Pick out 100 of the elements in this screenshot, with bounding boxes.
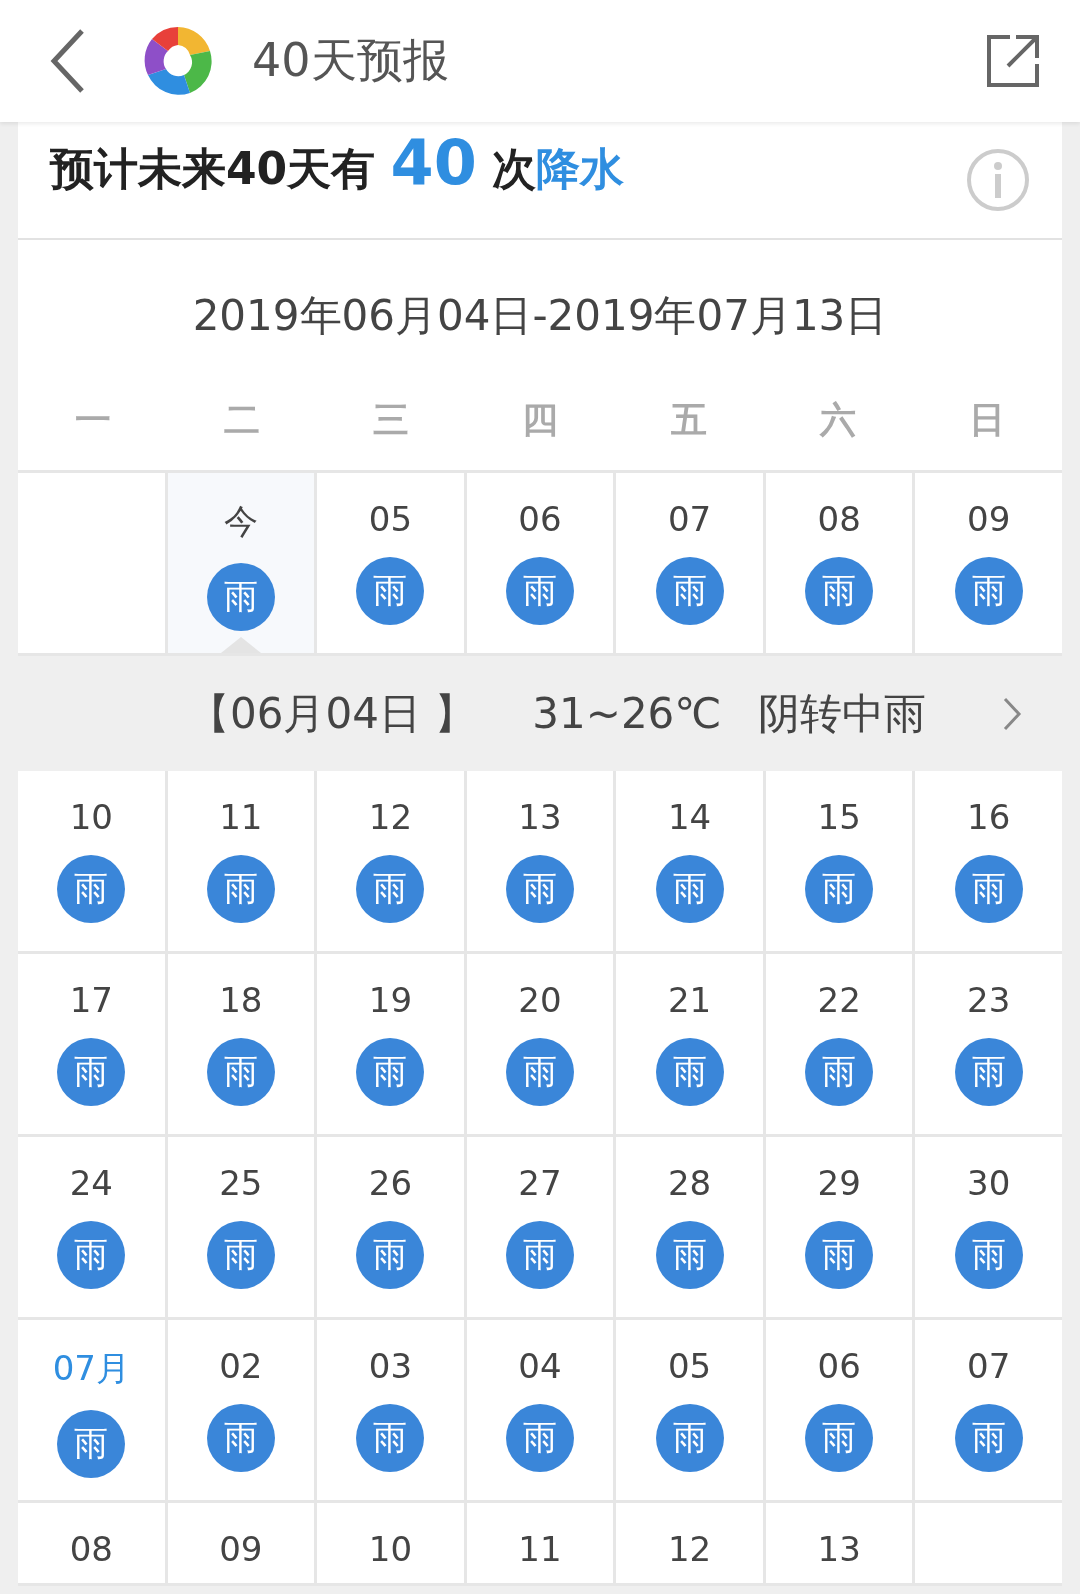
weather-badge: 雨: [506, 1221, 574, 1289]
weather-badge: 雨: [356, 557, 425, 625]
day-cell[interactable]: 20 雨: [466, 954, 614, 1134]
weather-badge: 雨: [206, 855, 275, 923]
day-cell[interactable]: 30 雨: [915, 1137, 1062, 1317]
weather-badge: 雨: [506, 1404, 574, 1472]
day-cell[interactable]: 03 雨: [317, 1320, 464, 1500]
weekday-label: 六: [818, 397, 858, 442]
day-cell[interactable]: 25 雨: [167, 1137, 315, 1317]
weather-description: 阴转中雨: [757, 687, 927, 740]
day-cell[interactable]: 06 雨: [466, 473, 614, 653]
day-label: 22: [817, 980, 861, 1020]
day-label: 02: [219, 1346, 263, 1386]
weather-badge: 雨: [805, 1038, 874, 1106]
day-cell[interactable]: 12 雨: [317, 771, 464, 951]
day-label: 07: [667, 499, 712, 539]
day-label: 09: [219, 1529, 263, 1569]
day-label: 19: [368, 980, 413, 1020]
detail-date: 【06月04日 】: [188, 687, 477, 740]
day-cell[interactable]: 29 雨: [765, 1137, 913, 1317]
weather-badge: 雨: [954, 855, 1023, 923]
day-label: 06: [817, 1346, 861, 1386]
day-cell[interactable]: 05 雨: [616, 1320, 763, 1500]
weather-badge: 雨: [57, 1221, 126, 1289]
day-cell[interactable]: 08 雨: [765, 473, 913, 653]
day-cell[interactable]: 26 雨: [317, 1137, 464, 1317]
day-label: 17: [69, 980, 113, 1020]
day-cell[interactable]: 24 雨: [18, 1137, 165, 1317]
weather-badge: 雨: [805, 855, 874, 923]
day-cell[interactable]: 06 雨: [765, 1320, 913, 1500]
day-cell[interactable]: 12: [616, 1503, 763, 1583]
summary-text: 预计未来40天有 40 次降水: [50, 125, 626, 199]
weather-badge: 雨: [356, 1038, 425, 1106]
day-cell[interactable]: 05 雨: [317, 473, 464, 653]
day-label: 09: [967, 499, 1011, 539]
day-cell[interactable]: 19 雨: [317, 954, 464, 1134]
weather-badge: 雨: [805, 1221, 874, 1289]
day-cell[interactable]: 09 雨: [915, 473, 1062, 653]
weekday-label: 二: [222, 397, 261, 442]
weather-badge: 雨: [206, 1038, 275, 1106]
month-label: 07月: [52, 1347, 130, 1390]
day-label: 18: [219, 980, 263, 1020]
day-label: 16: [967, 797, 1011, 837]
day-cell[interactable]: 15 雨: [765, 771, 913, 951]
day-label: 11: [219, 797, 263, 837]
weather-badge: 雨: [954, 1221, 1023, 1289]
day-cell[interactable]: 13: [765, 1503, 913, 1583]
weather-badge: 雨: [954, 557, 1023, 625]
day-cell[interactable]: 10: [317, 1503, 464, 1583]
day-cell[interactable]: 11 雨: [167, 771, 315, 951]
day-label: 26: [368, 1163, 413, 1203]
day-cell[interactable]: 27 雨: [466, 1137, 614, 1317]
day-label: 21: [667, 980, 712, 1020]
day-cell[interactable]: 22 雨: [765, 954, 913, 1134]
day-cell[interactable]: 07 雨: [616, 473, 763, 653]
day-label: 12: [368, 797, 413, 837]
day-cell[interactable]: 17 雨: [18, 954, 165, 1134]
weather-badge: 雨: [506, 1038, 574, 1106]
weather-badge: 雨: [57, 1038, 126, 1106]
day-label: 30: [967, 1163, 1011, 1203]
day-cell[interactable]: 07月 雨: [18, 1320, 165, 1500]
weather-badge: 雨: [954, 1404, 1023, 1472]
weather-badge: 雨: [356, 1221, 425, 1289]
day-cell[interactable]: 16 雨: [915, 771, 1062, 951]
day-cell[interactable]: 10 雨: [18, 771, 165, 951]
temperature-range: 31~26℃: [532, 689, 722, 738]
day-cell[interactable]: 今 雨: [167, 473, 315, 653]
day-label: 23: [967, 980, 1011, 1020]
day-cell[interactable]: 04 雨: [466, 1320, 614, 1500]
day-cell[interactable]: 02 雨: [167, 1320, 315, 1500]
weather-badge: 雨: [655, 1404, 724, 1472]
day-cell[interactable]: 09: [167, 1503, 315, 1583]
day-cell[interactable]: 21 雨: [616, 954, 763, 1134]
day-label: 05: [368, 499, 413, 539]
day-cell[interactable]: 18 雨: [167, 954, 315, 1134]
back-icon[interactable]: [50, 28, 86, 94]
weather-badge: 雨: [954, 1038, 1023, 1106]
weekday-label: 三: [371, 397, 410, 442]
weather-badge: 雨: [805, 557, 874, 625]
share-icon[interactable]: [986, 34, 1040, 88]
day-cell[interactable]: 23 雨: [915, 954, 1062, 1134]
day-cell[interactable]: 08: [18, 1503, 165, 1583]
day-cell[interactable]: 28 雨: [616, 1137, 763, 1317]
day-label: 27: [518, 1163, 562, 1203]
weather-badge: 雨: [655, 1221, 724, 1289]
day-label: 12: [667, 1529, 712, 1569]
weather-badge: 雨: [206, 563, 275, 631]
day-label: 今: [223, 500, 258, 543]
day-label: 14: [667, 797, 712, 837]
day-cell[interactable]: 14 雨: [616, 771, 763, 951]
day-cell[interactable]: 07 雨: [915, 1320, 1062, 1500]
weekday-label: 一: [73, 397, 112, 442]
weather-badge: 雨: [655, 557, 724, 625]
day-label: 05: [667, 1346, 712, 1386]
weather-badge: 雨: [356, 1404, 425, 1472]
day-cell[interactable]: 13 雨: [466, 771, 614, 951]
day-label: 28: [667, 1163, 712, 1203]
day-label: 11: [518, 1529, 562, 1569]
day-cell[interactable]: 11: [466, 1503, 614, 1583]
day-label: 13: [817, 1529, 861, 1569]
